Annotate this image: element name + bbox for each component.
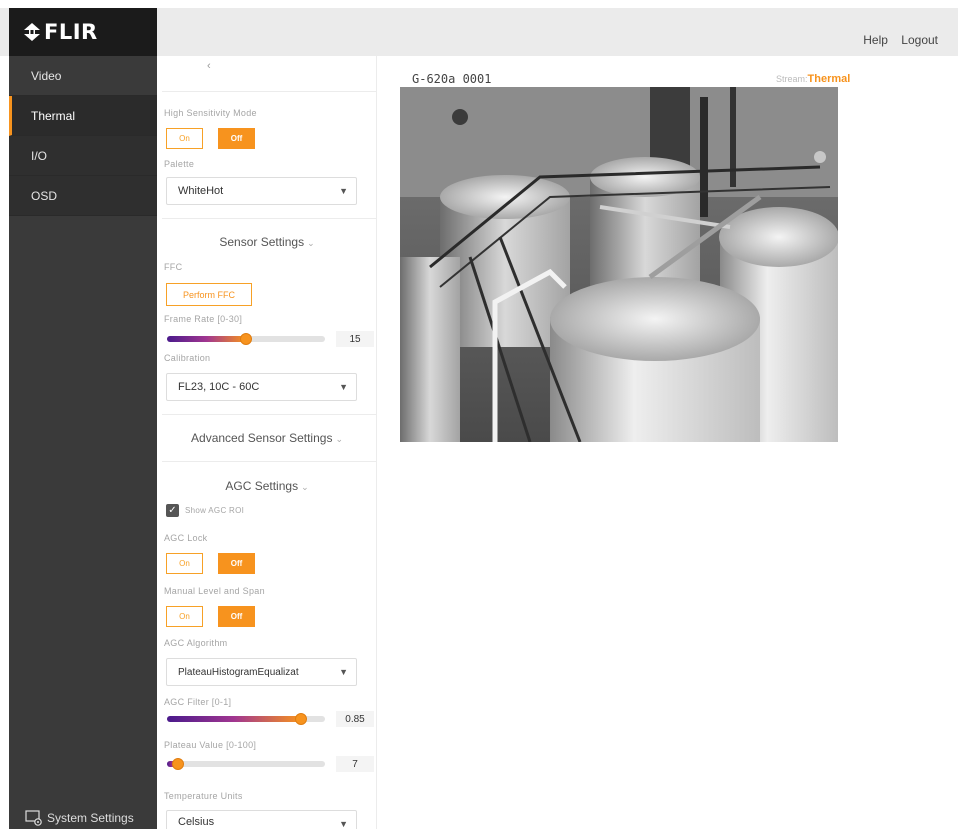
thermal-video-feed[interactable] [400, 87, 838, 442]
sensor-settings-title: Sensor Settings [219, 235, 305, 249]
plateau-value-label: Plateau Value [0-100] [164, 740, 257, 750]
calibration-label: Calibration [164, 353, 211, 363]
chevron-down-icon: ⌄ [301, 482, 309, 492]
sidebar-item-video[interactable]: Video [9, 56, 157, 96]
temperature-units-select[interactable]: Celsius ▼ [166, 810, 357, 829]
divider [162, 414, 377, 415]
advanced-sensor-settings-title: Advanced Sensor Settings [191, 431, 333, 445]
agc-lock-off-button[interactable]: Off [218, 553, 255, 574]
thermal-scene-image [400, 87, 838, 442]
chevron-down-icon: ⌄ [335, 434, 343, 444]
perform-ffc-button[interactable]: Perform FFC [166, 283, 252, 306]
agc-settings-toggle[interactable]: AGC Settings ⌄ [157, 479, 377, 493]
system-settings-label: System Settings [47, 811, 134, 825]
agc-algorithm-select[interactable]: PlateauHistogramEqualizat ▼ [166, 658, 357, 686]
sidebar-item-io[interactable]: I/O [9, 136, 157, 176]
sidebar: Video Thermal I/O OSD System Settings [9, 56, 157, 829]
agc-filter-label: AGC Filter [0-1] [164, 697, 232, 707]
show-agc-roi-checkbox[interactable]: ✓ [166, 504, 179, 517]
divider [162, 91, 377, 92]
slider-thumb[interactable] [240, 333, 252, 345]
stream-value: Thermal [807, 73, 851, 85]
frame-rate-label: Frame Rate [0-30] [164, 314, 243, 324]
ffc-label: FFC [164, 262, 183, 272]
sidebar-item-osd[interactable]: OSD [9, 176, 157, 216]
system-settings-button[interactable]: System Settings [25, 807, 134, 829]
calibration-select[interactable]: FL23, 10C - 60C ▼ [166, 373, 357, 401]
chevron-down-icon: ▼ [339, 667, 348, 677]
flir-logo: FLIR [9, 8, 157, 56]
chevron-down-icon: ⌄ [307, 238, 315, 248]
high-sensitivity-on-button[interactable]: On [166, 128, 203, 149]
plateau-value-value[interactable]: 7 [336, 756, 374, 772]
manual-level-span-label: Manual Level and Span [164, 586, 265, 596]
agc-filter-value[interactable]: 0.85 [336, 711, 374, 727]
sensor-settings-toggle[interactable]: Sensor Settings ⌄ [157, 235, 377, 249]
agc-lock-label: AGC Lock [164, 533, 208, 543]
manual-level-span-on-button[interactable]: On [166, 606, 203, 627]
slider-fill [167, 336, 246, 342]
system-settings-icon [25, 810, 42, 826]
frame-rate-value[interactable]: 15 [336, 331, 374, 347]
calibration-value: FL23, 10C - 60C [178, 381, 260, 393]
palette-value: WhiteHot [178, 185, 224, 197]
chevron-down-icon: ▼ [339, 186, 348, 196]
slider-thumb[interactable] [172, 758, 185, 770]
temperature-units-value: Celsius [178, 816, 215, 828]
high-sensitivity-label: High Sensitivity Mode [164, 108, 257, 118]
high-sensitivity-off-button[interactable]: Off [218, 128, 255, 149]
slider-fill [167, 716, 302, 722]
logo-text: FLIR [44, 20, 98, 44]
logout-link[interactable]: Logout [901, 33, 938, 47]
palette-select[interactable]: WhiteHot ▼ [166, 177, 357, 205]
manual-level-span-off-button[interactable]: Off [218, 606, 255, 627]
agc-algorithm-label: AGC Algorithm [164, 638, 228, 648]
chevron-down-icon: ▼ [339, 819, 348, 829]
stream-label: Stream: [776, 74, 808, 84]
frame-rate-slider[interactable] [167, 333, 325, 345]
agc-settings-title: AGC Settings [225, 479, 299, 493]
divider [162, 461, 377, 462]
header-links: Help Logout [853, 33, 938, 47]
agc-filter-slider[interactable] [167, 713, 325, 725]
palette-label: Palette [164, 159, 195, 169]
agc-lock-on-button[interactable]: On [166, 553, 203, 574]
temperature-units-label: Temperature Units [164, 791, 243, 801]
plateau-value-slider[interactable] [167, 758, 325, 770]
sidebar-item-thermal[interactable]: Thermal [9, 96, 157, 136]
chevron-down-icon: ▼ [339, 382, 348, 392]
collapse-panel-icon[interactable]: ‹ [207, 60, 211, 72]
camera-name: G-620a 0001 [412, 72, 492, 86]
advanced-sensor-settings-toggle[interactable]: Advanced Sensor Settings ⌄ [157, 431, 377, 445]
flir-logo-icon [24, 23, 40, 41]
agc-algorithm-value: PlateauHistogramEqualizat [178, 666, 299, 678]
help-link[interactable]: Help [863, 33, 888, 47]
divider [162, 218, 377, 219]
stream-indicator: Stream:Thermal [776, 73, 850, 85]
show-agc-roi-label: Show AGC ROI [185, 506, 245, 515]
